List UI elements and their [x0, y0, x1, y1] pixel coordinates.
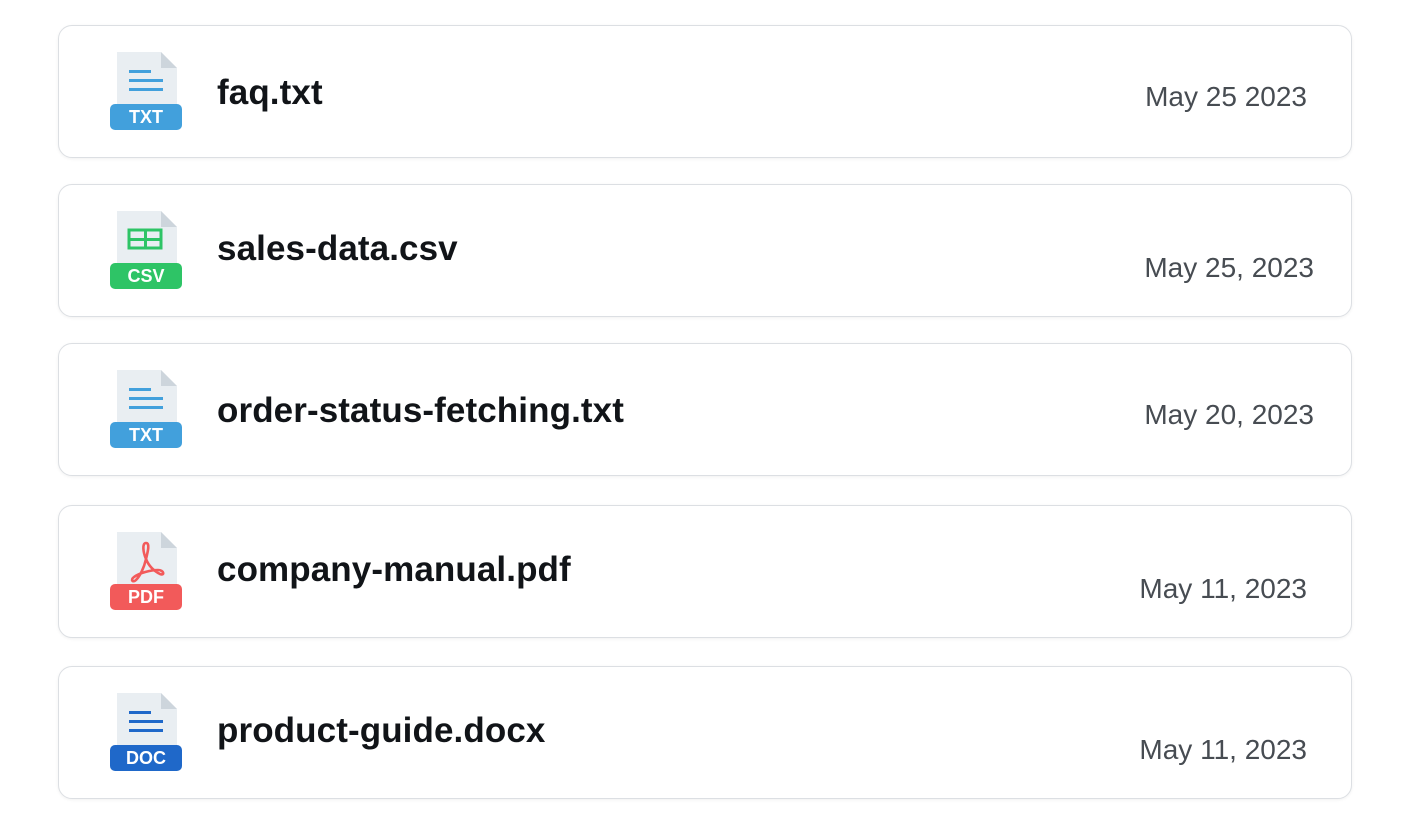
- file-date: May 25, 2023: [1144, 252, 1314, 283]
- document-file-icon: DOC: [109, 693, 183, 773]
- file-type-badge: TXT: [129, 425, 163, 445]
- file-row-company-manual-pdf[interactable]: PDF company-manual.pdf May 11, 2023: [58, 505, 1352, 638]
- file-row-product-guide-docx[interactable]: DOC product-guide.docx May 11, 2023: [58, 666, 1352, 799]
- file-row-order-status-fetching-txt[interactable]: TXT order-status-fetching.txt May 20, 20…: [58, 343, 1352, 476]
- text-file-icon: TXT: [109, 370, 183, 450]
- pdf-file-icon: PDF: [109, 532, 183, 612]
- file-name: faq.txt: [217, 73, 323, 112]
- file-date: May 20, 2023: [1144, 399, 1314, 430]
- file-row-sales-data-csv[interactable]: CSV sales-data.csv May 25, 2023: [58, 184, 1352, 317]
- file-type-badge: DOC: [126, 748, 166, 768]
- file-row-faq-txt[interactable]: TXT faq.txt May 25 2023: [58, 25, 1352, 158]
- file-name: company-manual.pdf: [217, 550, 571, 589]
- file-date: May 11, 2023: [1139, 734, 1307, 765]
- file-list: TXT faq.txt May 25 2023 CSV sales-data.c…: [58, 25, 1352, 799]
- file-type-badge: CSV: [127, 266, 164, 286]
- file-date: May 11, 2023: [1139, 573, 1307, 604]
- file-name: sales-data.csv: [217, 229, 458, 268]
- file-date: May 25 2023: [1145, 81, 1307, 112]
- spreadsheet-file-icon: CSV: [109, 211, 183, 291]
- file-name: order-status-fetching.txt: [217, 391, 624, 430]
- text-file-icon: TXT: [109, 52, 183, 132]
- file-type-badge: PDF: [128, 587, 164, 607]
- file-type-badge: TXT: [129, 107, 163, 127]
- file-name: product-guide.docx: [217, 711, 546, 750]
